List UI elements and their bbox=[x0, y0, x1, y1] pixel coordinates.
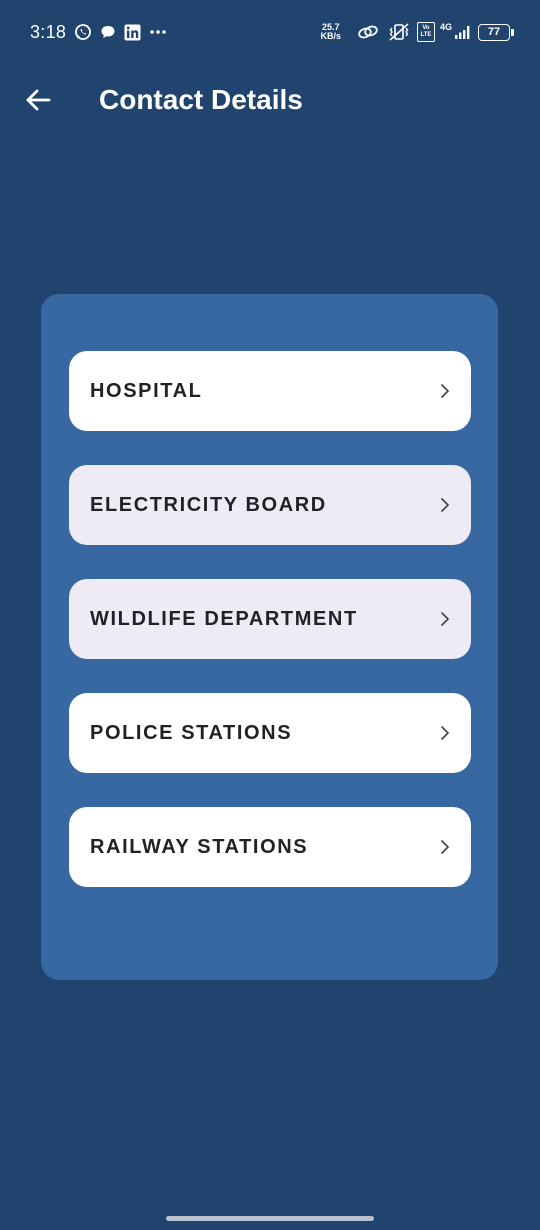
signal-icon bbox=[454, 24, 472, 40]
status-bar-left: 3:18 bbox=[30, 20, 167, 44]
chevron-right-icon bbox=[439, 839, 451, 855]
list-item-label: RAILWAY STATIONS bbox=[90, 835, 309, 858]
chevron-right-icon bbox=[439, 611, 451, 627]
status-time: 3:18 bbox=[30, 21, 67, 42]
app-bar: Contact Details bbox=[0, 64, 540, 136]
battery-indicator: 77 bbox=[478, 23, 514, 41]
back-button[interactable] bbox=[20, 82, 56, 118]
chat-icon bbox=[100, 24, 116, 40]
status-bar: 3:18 25.7 KB/s Vo LTE 4G 77 bbox=[0, 0, 540, 64]
volte-top-label: Vo bbox=[422, 25, 430, 31]
list-item-wildlife-department[interactable]: WILDLIFE DEPARTMENT bbox=[69, 579, 471, 659]
arrow-left-icon bbox=[25, 89, 51, 111]
list-item-label: ELECTRICITY BOARD bbox=[90, 493, 327, 516]
gesture-navigation-bar[interactable] bbox=[166, 1216, 374, 1221]
list-item-electricity-board[interactable]: ELECTRICITY BOARD bbox=[69, 465, 471, 545]
chevron-right-icon bbox=[439, 383, 451, 399]
linkedin-icon bbox=[124, 24, 141, 41]
list-item-police-stations[interactable]: POLICE STATIONS bbox=[69, 693, 471, 773]
list-item-label: POLICE STATIONS bbox=[90, 721, 293, 744]
network-type: 4G bbox=[439, 22, 452, 32]
page-title: Contact Details bbox=[99, 84, 303, 115]
volte-icon: Vo LTE bbox=[416, 22, 435, 42]
volte-bottom-label: LTE bbox=[420, 32, 432, 38]
chevron-right-icon bbox=[439, 497, 451, 513]
list-item-hospital[interactable]: HOSPITAL bbox=[69, 351, 471, 431]
network-speed-unit: KB/s bbox=[320, 31, 341, 41]
vibrate-icon bbox=[387, 22, 411, 42]
contact-categories-card: HOSPITAL ELECTRICITY BOARD WILDLIFE DEPA… bbox=[41, 294, 498, 980]
battery-level: 77 bbox=[487, 26, 501, 38]
list-item-railway-stations[interactable]: RAILWAY STATIONS bbox=[69, 807, 471, 887]
whatsapp-icon bbox=[74, 23, 92, 41]
more-notifications-icon bbox=[149, 29, 167, 35]
list-item-label: WILDLIFE DEPARTMENT bbox=[90, 607, 358, 630]
list-item-label: HOSPITAL bbox=[90, 379, 203, 402]
status-bar-right: 25.7 KB/s Vo LTE 4G 77 bbox=[320, 20, 514, 44]
network-speed: 25.7 KB/s bbox=[320, 23, 341, 41]
chevron-right-icon bbox=[439, 725, 451, 741]
link-icon bbox=[357, 24, 379, 40]
